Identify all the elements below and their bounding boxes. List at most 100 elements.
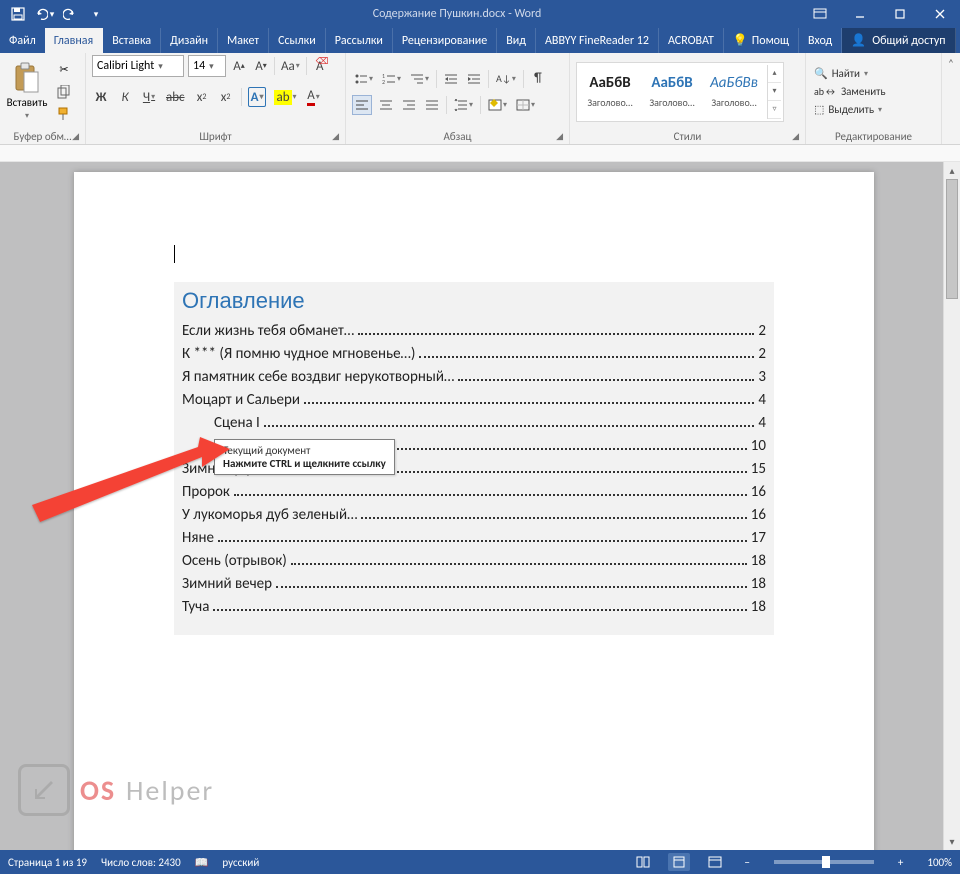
- align-left-button[interactable]: [352, 95, 372, 115]
- clear-formatting-button[interactable]: A⌫: [311, 56, 329, 76]
- undo-button[interactable]: [32, 2, 56, 26]
- style-item-2[interactable]: АаБбВвЗаголово…: [703, 65, 765, 119]
- scroll-up-button[interactable]: ▴: [944, 162, 960, 179]
- line-spacing-button[interactable]: [452, 95, 475, 115]
- scroll-down-button[interactable]: ▾: [944, 833, 960, 850]
- gallery-down[interactable]: ▾: [768, 83, 781, 101]
- save-button[interactable]: [6, 2, 30, 26]
- font-dialog-launcher[interactable]: ◢: [332, 131, 339, 142]
- replace-button[interactable]: ab↔Заменить: [812, 84, 888, 99]
- text-effects-button[interactable]: A: [248, 87, 267, 107]
- print-layout-button[interactable]: [668, 853, 690, 871]
- paragraph-dialog-launcher[interactable]: ◢: [556, 131, 563, 142]
- strikethrough-button[interactable]: abc: [164, 87, 187, 107]
- sort-button[interactable]: A↓: [494, 69, 518, 89]
- tell-me[interactable]: 💡Помощ: [724, 28, 799, 53]
- format-painter-button[interactable]: [54, 105, 74, 123]
- toc-entry[interactable]: Няне17: [180, 529, 768, 547]
- toc-entry[interactable]: Пророк16: [180, 483, 768, 501]
- proofing-button[interactable]: 📖: [195, 856, 209, 869]
- close-button[interactable]: [920, 0, 960, 28]
- style-item-0[interactable]: АаБбВЗаголово…: [579, 65, 641, 119]
- toc-entry[interactable]: Осень (отрывок)18: [180, 552, 768, 570]
- vertical-scrollbar[interactable]: ▴ ▾: [943, 162, 960, 850]
- font-size-combo[interactable]: 14▾: [188, 55, 226, 77]
- word-count[interactable]: Число слов: 2430: [101, 856, 181, 869]
- find-button[interactable]: 🔍Найти▾: [812, 66, 888, 81]
- shrink-font-button[interactable]: A▾: [252, 56, 270, 76]
- tab-view[interactable]: Вид: [497, 28, 536, 53]
- font-name-combo[interactable]: Calibri Light▾: [92, 55, 184, 77]
- bold-button[interactable]: Ж: [92, 87, 110, 107]
- increase-indent-button[interactable]: [465, 69, 483, 89]
- grow-font-button[interactable]: A▴: [230, 56, 248, 76]
- collapse-ribbon-button[interactable]: ˄: [948, 57, 954, 70]
- italic-button[interactable]: К: [116, 87, 134, 107]
- web-layout-button[interactable]: [704, 853, 726, 871]
- styles-dialog-launcher[interactable]: ◢: [792, 131, 799, 142]
- decrease-indent-button[interactable]: [442, 69, 460, 89]
- group-styles: АаБбВЗаголово…АаБбВЗаголово…АаБбВвЗаголо…: [570, 53, 806, 144]
- align-right-button[interactable]: [400, 95, 418, 115]
- bullets-button[interactable]: [352, 69, 375, 89]
- tab-references[interactable]: Ссылки: [269, 28, 326, 53]
- tab-home[interactable]: Главная: [45, 28, 103, 53]
- scroll-thumb[interactable]: [946, 179, 958, 299]
- change-case-button[interactable]: Aa: [279, 56, 302, 76]
- toc-entry-text: Зимний вечер: [182, 575, 272, 593]
- justify-button[interactable]: [423, 95, 441, 115]
- copy-button[interactable]: [54, 83, 74, 101]
- qat-dropdown[interactable]: ▾: [84, 2, 108, 26]
- show-marks-button[interactable]: ¶: [529, 69, 547, 89]
- page-indicator[interactable]: Страница 1 из 19: [8, 856, 87, 869]
- borders-button[interactable]: [514, 95, 537, 115]
- zoom-in-button[interactable]: +: [894, 856, 907, 869]
- paste-button[interactable]: Вставить ▾: [6, 62, 48, 121]
- signin-button[interactable]: Вход: [799, 28, 842, 53]
- tab-finereader[interactable]: ABBYY FineReader 12: [536, 28, 659, 53]
- tab-acrobat[interactable]: ACROBAT: [659, 28, 724, 53]
- shading-button[interactable]: [486, 95, 509, 115]
- tab-layout[interactable]: Макет: [218, 28, 269, 53]
- ruler-horizontal[interactable]: [0, 145, 960, 162]
- toc-entry[interactable]: Моцарт и Сальери4: [180, 391, 768, 409]
- toc-entry[interactable]: Зимний вечер18: [180, 575, 768, 593]
- tab-design[interactable]: Дизайн: [161, 28, 218, 53]
- font-color-button[interactable]: A: [305, 87, 323, 107]
- tab-file[interactable]: Файл: [0, 28, 45, 53]
- toc-entry[interactable]: Если жизнь тебя обманет…2: [180, 322, 768, 340]
- highlight-button[interactable]: ab: [272, 87, 298, 107]
- zoom-out-button[interactable]: −: [740, 856, 753, 869]
- maximize-button[interactable]: [880, 0, 920, 28]
- cut-button[interactable]: ✂: [54, 61, 74, 79]
- language-indicator[interactable]: русский: [222, 856, 259, 869]
- style-item-1[interactable]: АаБбВЗаголово…: [641, 65, 703, 119]
- tab-review[interactable]: Рецензирование: [393, 28, 497, 53]
- tab-insert[interactable]: Вставка: [103, 28, 161, 53]
- multilevel-button[interactable]: [408, 69, 431, 89]
- toc-entry[interactable]: К *** (Я помню чудное мгновенье…)2: [180, 345, 768, 363]
- subscript-button[interactable]: x2: [193, 87, 211, 107]
- align-center-button[interactable]: [377, 95, 395, 115]
- zoom-level[interactable]: 100%: [927, 856, 952, 869]
- gallery-more[interactable]: ▿: [768, 101, 781, 119]
- underline-button[interactable]: Ч: [140, 87, 158, 107]
- document-area[interactable]: Оглавление Если жизнь тебя обманет…2К **…: [0, 162, 943, 850]
- gallery-up[interactable]: ▴: [768, 65, 781, 83]
- minimize-button[interactable]: [840, 0, 880, 28]
- select-button[interactable]: ⬚Выделить▾: [812, 102, 888, 117]
- style-gallery[interactable]: АаБбВЗаголово…АаБбВЗаголово…АаБбВвЗаголо…: [576, 62, 784, 122]
- share-button[interactable]: 👤Общий доступ: [842, 28, 955, 53]
- toc-entry[interactable]: Сцена I4: [180, 414, 768, 432]
- tab-mailings[interactable]: Рассылки: [326, 28, 393, 53]
- toc-entry[interactable]: Я памятник себе воздвиг нерукотворный…3: [180, 368, 768, 386]
- ribbon-display-options[interactable]: [800, 0, 840, 28]
- numbering-button[interactable]: 12: [380, 69, 403, 89]
- zoom-slider[interactable]: [774, 860, 874, 864]
- redo-button[interactable]: [58, 2, 82, 26]
- toc-entry[interactable]: У лукоморья дуб зеленый…16: [180, 506, 768, 524]
- superscript-button[interactable]: x2: [217, 87, 235, 107]
- toc-entry[interactable]: Туча18: [180, 598, 768, 616]
- clipboard-dialog-launcher[interactable]: ◢: [72, 131, 79, 142]
- read-mode-button[interactable]: [632, 853, 654, 871]
